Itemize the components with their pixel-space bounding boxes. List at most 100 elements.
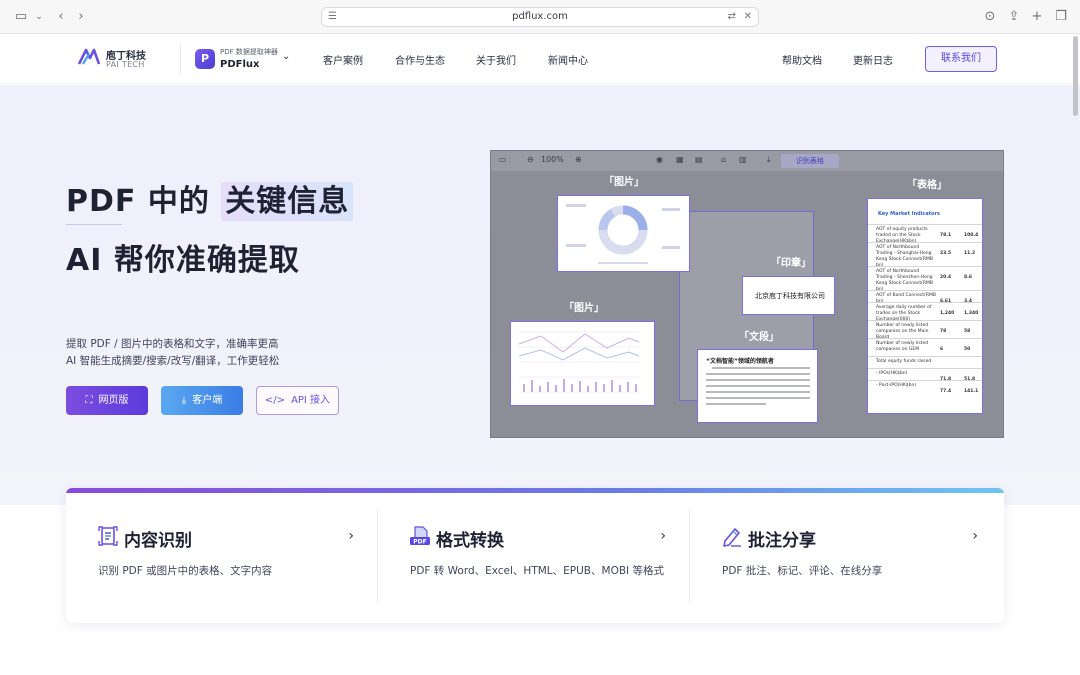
feature-cards: 内容识别 › 识别 PDF 或图片中的表格、文字内容 PDF 格式转换 › PD… <box>66 488 1004 623</box>
nav-link-help[interactable]: 帮助文档 <box>782 52 822 67</box>
hero-subtitle-1: 提取 PDF / 图片中的表格和文字，准确率更高 <box>66 338 279 350</box>
stamp-icon[interactable]: ⌂ <box>721 155 726 164</box>
tag-image-top: 「图片」 <box>604 177 644 188</box>
image-card-left <box>510 321 655 406</box>
tag-table: 「表格」 <box>907 180 947 191</box>
viewer-toolbar: ▭ ⊖ 100% ⊕ ◉ ▦ ▤ ⌂ ▥ ⤓ 识别表格 <box>491 151 1003 171</box>
scan-doc-icon <box>98 526 118 546</box>
pdflux-app-icon[interactable]: P <box>195 49 215 69</box>
chevron-right-icon[interactable]: › <box>348 528 354 544</box>
product-name[interactable]: PDFlux <box>220 59 259 70</box>
api-access-button[interactable]: </> API 接入 <box>256 386 339 415</box>
contact-us-button[interactable]: 联系我们 <box>925 46 997 72</box>
feature-card-conversion[interactable]: PDF 格式转换 › PDF 转 Word、Excel、HTML、EPUB、MO… <box>378 493 690 623</box>
text-line <box>706 373 810 375</box>
feature-description: PDF 转 Word、Excel、HTML、EPUB、MOBI 等格式 <box>410 565 664 577</box>
chevron-down-icon[interactable]: ⌄ <box>282 51 290 62</box>
share-icon[interactable]: ⇪ <box>1005 8 1023 26</box>
site-nav: 庖丁科技 PAI TECH P PDF 数据提取神器 PDFlux ⌄ 客户案例… <box>0 34 1080 84</box>
table-cell-value: 20.4 <box>940 275 952 280</box>
hero-title-prefix: PDF 中的 <box>66 184 210 219</box>
client-download-label: 客户端 <box>192 395 223 406</box>
table-row-divider <box>868 380 982 381</box>
pai-logo-icon[interactable] <box>77 46 101 68</box>
nav-link-changelog[interactable]: 更新日志 <box>853 52 893 67</box>
table-cell-value: 58 <box>964 329 971 334</box>
table-row-label: - Post-IPO(HK$bn) <box>876 383 917 388</box>
layout-icon[interactable]: ▥ <box>739 155 747 164</box>
sidebar-toggle-icon[interactable]: ▭ <box>12 8 30 26</box>
nav-link-ecosystem[interactable]: 合作与生态 <box>395 52 445 67</box>
feature-card-recognition[interactable]: 内容识别 › 识别 PDF 或图片中的表格、文字内容 <box>66 493 378 623</box>
table-cell-value: 50 <box>964 347 971 352</box>
table-cell-value: 6 <box>940 347 944 352</box>
zoom-in-icon[interactable]: ⊕ <box>575 155 582 164</box>
nav-link-news[interactable]: 新闻中心 <box>548 52 588 67</box>
client-download-button[interactable]: ⤓ 客户端 <box>161 386 243 415</box>
text-line <box>706 379 810 381</box>
browser-toolbar: ▭ ⌄ ‹ › ☰ pdflux.com ⇄ ✕ ⊙ ⇪ + ❐ <box>0 0 1080 34</box>
feature-card-annotation[interactable]: 批注分享 › PDF 批注、标记、评论、在线分享 <box>690 493 1002 623</box>
chevron-right-icon[interactable]: › <box>660 528 666 544</box>
nav-link-cases[interactable]: 客户案例 <box>323 52 363 67</box>
paragraph-card: “文档智能”领域的领航者 <box>697 349 818 423</box>
close-icon[interactable]: ✕ <box>744 11 752 22</box>
tag-image-left: 「图片」 <box>564 303 604 314</box>
table-cell-value: 23.5 <box>940 251 952 256</box>
grid-icon[interactable]: ▦ <box>676 155 684 164</box>
table-cell-value: 8.6 <box>964 275 972 280</box>
eye-icon[interactable]: ◉ <box>656 155 663 164</box>
table-cell-value: 1,340 <box>964 311 979 316</box>
tag-paragraph: 「文段」 <box>739 332 779 343</box>
company-stamp-text: 北京庖丁科技有限公司 <box>755 292 825 300</box>
table-row-divider <box>868 290 982 291</box>
hero-title-line2: AI 帮你准确提取 <box>66 243 300 278</box>
translate-icon[interactable]: ⇄ <box>728 11 736 22</box>
logo-text-en[interactable]: PAI TECH <box>106 60 145 69</box>
nav-link-about[interactable]: 关于我们 <box>476 52 516 67</box>
feature-title: 格式转换 <box>436 531 504 551</box>
text-line <box>706 403 766 405</box>
address-bar[interactable]: ☰ pdflux.com ⇄ ✕ <box>321 7 759 27</box>
table-row-divider <box>868 338 982 339</box>
text-line <box>706 397 810 399</box>
new-tab-icon[interactable]: + <box>1028 8 1046 26</box>
table-row-label: Number of newly listed companies on GEM <box>876 341 929 352</box>
table-cell-value: 1,240 <box>940 311 955 316</box>
table-row-divider <box>868 242 982 243</box>
table-cell-value: 100.4 <box>964 233 979 238</box>
download-icon[interactable]: ⊙ <box>981 8 999 26</box>
table-row-divider <box>868 224 982 225</box>
product-tagline[interactable]: PDF 数据提取神器 <box>220 47 278 57</box>
table-row-label: Total equity funds raised <box>876 359 932 364</box>
web-version-button[interactable]: ⛶ 网页版 <box>66 386 148 415</box>
demo-preview: ▭ ⊖ 100% ⊕ ◉ ▦ ▤ ⌂ ▥ ⤓ 识别表格 「图片」 「图片」 「印… <box>490 150 1004 438</box>
chevron-right-icon[interactable]: › <box>972 528 978 544</box>
url-text: pdflux.com <box>512 11 568 22</box>
table-cell-value: 77.4 <box>940 389 952 394</box>
hero-subtitle-2: AI 智能生成摘要/搜索/改写/翻译，工作更轻松 <box>66 355 280 367</box>
table-cell-value: 78 <box>940 329 947 334</box>
folder-icon[interactable]: ▭ <box>499 155 507 164</box>
table-cell-value: 141.1 <box>964 389 979 394</box>
scan-icon: ⛶ <box>85 395 93 406</box>
pdf-convert-icon: PDF <box>410 526 430 546</box>
zoom-level[interactable]: 100% <box>541 155 564 164</box>
page-scrollbar[interactable] <box>1073 36 1078 116</box>
line-chart-thumbnail <box>518 331 640 393</box>
forward-icon[interactable]: › <box>72 8 90 26</box>
table-row-divider <box>868 356 982 357</box>
back-icon[interactable]: ‹ <box>52 8 70 26</box>
hero-title-highlight: 关键信息 <box>221 182 354 221</box>
tab-overview-icon[interactable]: ❐ <box>1052 8 1070 26</box>
text-line <box>706 391 810 393</box>
text-line <box>706 385 810 387</box>
table-row-divider <box>868 302 982 303</box>
table-title: Key Market Indicators <box>878 211 941 217</box>
chevron-down-icon[interactable]: ⌄ <box>30 8 48 26</box>
download-icon[interactable]: ⤓ <box>767 155 771 165</box>
zoom-out-icon[interactable]: ⊖ <box>527 155 534 164</box>
title-divider <box>66 224 122 225</box>
table-icon[interactable]: ▤ <box>695 155 703 164</box>
identify-table-tab[interactable]: 识别表格 <box>781 154 839 168</box>
